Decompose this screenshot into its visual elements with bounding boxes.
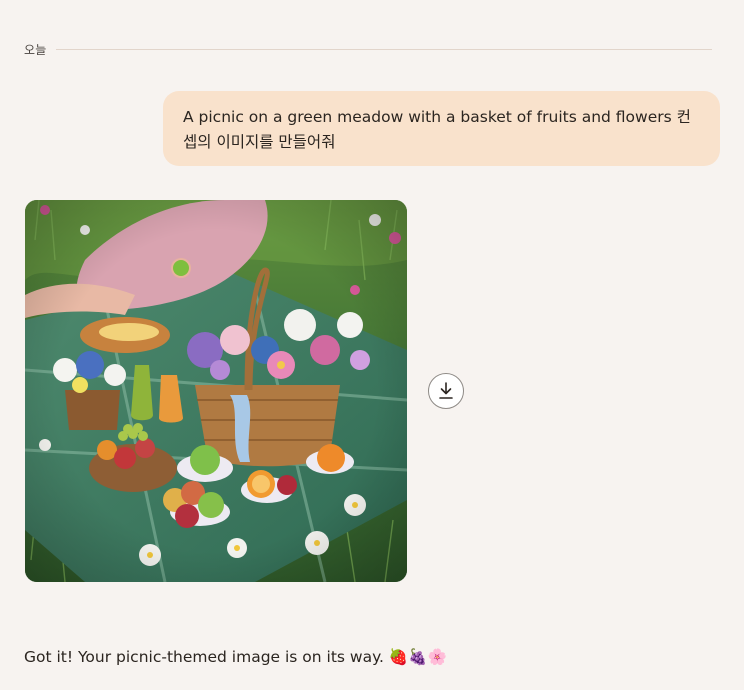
divider-line — [56, 48, 712, 50]
generated-image[interactable] — [25, 200, 407, 582]
assistant-message: Got it! Your picnic-themed image is on i… — [24, 644, 447, 670]
picnic-illustration — [25, 200, 407, 582]
download-button[interactable] — [428, 373, 464, 409]
assistant-message-text: Got it! Your picnic-themed image is on i… — [24, 648, 447, 666]
day-label: 오늘 — [24, 42, 47, 57]
user-message-bubble: A picnic on a green meadow with a basket… — [163, 91, 720, 166]
user-message-text: A picnic on a green meadow with a basket… — [183, 108, 691, 151]
day-divider: 오늘 — [24, 38, 712, 60]
download-icon — [439, 382, 453, 399]
